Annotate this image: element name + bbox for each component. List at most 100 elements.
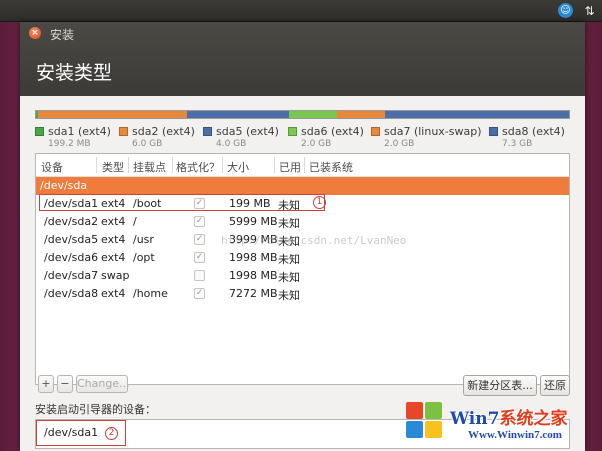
- window-title: 安装: [50, 28, 75, 42]
- win7-logo: Win7系统之家 Www.Winwin7.com: [406, 400, 602, 451]
- legend-size: 2.0 GB: [301, 139, 332, 149]
- disk-segment-sda2: [38, 111, 188, 118]
- col-separator: [304, 157, 305, 173]
- format-checkbox[interactable]: ✓: [194, 216, 205, 227]
- disk-segment-sda7: [336, 111, 385, 118]
- disk-segment-sda6: [288, 111, 337, 118]
- table-row[interactable]: /dev/sda7 swap 1998 MB 未知: [36, 267, 569, 285]
- disk-label: /dev/sda: [40, 179, 88, 192]
- cell-mount: /: [133, 215, 137, 228]
- cell-type: ext4: [101, 197, 126, 210]
- col-header-format[interactable]: 格式化？: [176, 159, 220, 175]
- legend-item-sda6: sda6 (ext4) 2.0 GB: [288, 125, 364, 149]
- legend-item-sda7: sda7 (linux-swap) 2.0 GB: [371, 125, 482, 149]
- close-button[interactable]: ×: [29, 27, 41, 39]
- top-panel: ☺ ⇅: [0, 0, 602, 22]
- cell-mount: /boot: [133, 197, 162, 210]
- col-separator: [172, 157, 173, 173]
- legend-name: sda1 (ext4): [48, 125, 111, 138]
- cell-type: ext4: [101, 215, 126, 228]
- bootloader-device-value: /dev/sda1: [44, 426, 99, 439]
- cell-mount: /usr: [133, 233, 154, 246]
- cell-type: ext4: [101, 233, 126, 246]
- change-partition-button[interactable]: Change...: [76, 375, 130, 393]
- cell-size: 5999 MB: [229, 215, 278, 228]
- table-row[interactable]: /dev/sda2 ext4 / ✓ 5999 MB 未知: [36, 213, 569, 231]
- cell-mount: /home: [133, 287, 168, 300]
- legend-item-sda5: sda5 (ext4) 4.0 GB: [203, 125, 279, 149]
- cell-used: 未知: [278, 217, 300, 230]
- cell-device: /dev/sda5: [44, 233, 99, 246]
- legend-swatch: [119, 127, 128, 136]
- partition-table: 设备 类型 挂载点 格式化？ 大小 已用 已装系统 /dev/sda /dev/…: [35, 153, 570, 385]
- legend-swatch: [203, 127, 212, 136]
- annotation-marker-2: 2: [105, 427, 118, 440]
- new-partition-table-button[interactable]: 新建分区表...: [463, 375, 537, 396]
- add-partition-button[interactable]: +: [38, 375, 54, 393]
- col-separator: [128, 157, 129, 173]
- windows-flag-icon: [406, 402, 444, 440]
- legend-name: sda6 (ext4): [301, 125, 364, 138]
- table-row[interactable]: /dev/sda1 ext4 /boot ✓ 199 MB 未知: [36, 195, 569, 213]
- format-checkbox[interactable]: ✓: [194, 288, 205, 299]
- format-checkbox[interactable]: ✓: [194, 234, 205, 245]
- remove-partition-button[interactable]: −: [57, 375, 73, 393]
- legend-name: sda2 (ext4): [132, 125, 195, 138]
- legend-item-sda8: sda8 (ext4) 7.3 GB: [489, 125, 565, 149]
- col-header-system[interactable]: 已装系统: [309, 159, 353, 175]
- logo-brand-text: Win7系统之家: [450, 404, 567, 429]
- accessibility-icon[interactable]: ☺: [558, 3, 573, 18]
- legend-swatch: [288, 127, 297, 136]
- format-checkbox[interactable]: ✓: [194, 198, 205, 209]
- logo-brand-suffix: 系统之家: [499, 409, 568, 429]
- disk-segment-sda8: [384, 111, 569, 118]
- watermark-text: http://blog.csdn.net/LvanNeo: [221, 234, 407, 247]
- legend-size: 4.0 GB: [216, 139, 247, 149]
- cell-device: /dev/sda7: [44, 269, 99, 282]
- col-header-size[interactable]: 大小: [227, 159, 249, 175]
- col-header-mount[interactable]: 挂载点: [133, 159, 166, 175]
- legend-size: 199.2 MB: [48, 139, 91, 149]
- cell-device: /dev/sda1: [44, 197, 99, 210]
- cell-type: swap: [101, 269, 130, 282]
- bootloader-device-label: 安装启动引导器的设备：: [35, 403, 156, 416]
- annotation-marker-1: 1: [313, 196, 326, 209]
- cell-size: 7272 MB: [229, 287, 278, 300]
- cell-type: ext4: [101, 251, 126, 264]
- cell-used: 未知: [278, 253, 300, 266]
- legend-name: sda8 (ext4): [502, 125, 565, 138]
- cell-mount: /opt: [133, 251, 155, 264]
- col-header-type[interactable]: 类型: [102, 159, 124, 175]
- cell-used: 未知: [278, 271, 300, 284]
- legend-swatch: [489, 127, 498, 136]
- cell-used: 未知: [278, 289, 300, 302]
- legend-name: sda5 (ext4): [216, 125, 279, 138]
- legend-size: 7.3 GB: [502, 139, 533, 149]
- legend-item-sda1: sda1 (ext4) 199.2 MB: [35, 125, 111, 149]
- cell-size: 1998 MB: [229, 251, 278, 264]
- title-bar: × 安装 安装类型: [20, 22, 585, 96]
- legend-name: sda7 (linux-swap): [384, 125, 482, 138]
- legend-size: 6.0 GB: [132, 139, 163, 149]
- legend-swatch: [371, 127, 380, 136]
- network-icon[interactable]: ⇅: [582, 3, 597, 18]
- col-header-device[interactable]: 设备: [41, 159, 63, 175]
- cell-type: ext4: [101, 287, 126, 300]
- disk-segment-sda5: [187, 111, 289, 118]
- legend-size: 2.0 GB: [384, 139, 415, 149]
- revert-button[interactable]: 还原: [540, 375, 570, 396]
- table-row[interactable]: /dev/sda8 ext4 /home ✓ 7272 MB 未知: [36, 285, 569, 303]
- col-separator: [222, 157, 223, 173]
- cell-size: 1998 MB: [229, 269, 278, 282]
- legend-item-sda2: sda2 (ext4) 6.0 GB: [119, 125, 195, 149]
- cell-size: 199 MB: [229, 197, 271, 210]
- cell-device: /dev/sda8: [44, 287, 99, 300]
- col-header-used[interactable]: 已用: [279, 159, 301, 175]
- cell-used: 未知: [278, 199, 300, 212]
- legend-swatch: [35, 127, 44, 136]
- format-checkbox[interactable]: ✓: [194, 252, 205, 263]
- logo-brand-prefix: Win7: [450, 409, 500, 429]
- table-row[interactable]: /dev/sda6 ext4 /opt ✓ 1998 MB 未知: [36, 249, 569, 267]
- disk-row-sda[interactable]: /dev/sda: [36, 177, 569, 195]
- format-checkbox[interactable]: [194, 270, 205, 281]
